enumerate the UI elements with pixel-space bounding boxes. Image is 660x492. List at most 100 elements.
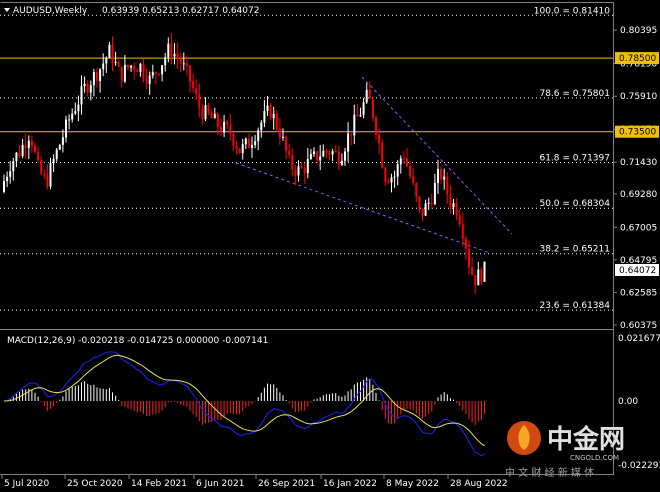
candle-body (235, 145, 238, 149)
candle-body (396, 164, 399, 177)
candle-body (210, 112, 213, 119)
candle-body (145, 77, 148, 84)
price-tick-label: 0.60375 (620, 321, 657, 331)
candle-body (108, 44, 111, 58)
candle-body (133, 65, 136, 71)
fib-level-label: 50.0 = 0.68304 (539, 199, 610, 209)
fib-level-label: 23.6 = 0.61384 (539, 301, 610, 311)
candle-body (474, 274, 477, 286)
candle-body (220, 127, 222, 133)
candle-body (37, 151, 40, 161)
candle-body (61, 137, 64, 145)
candle-body (300, 166, 303, 168)
candle-body (74, 111, 77, 114)
candle-body (418, 196, 421, 209)
candle-body (123, 64, 126, 82)
candle-body (30, 140, 33, 146)
candle-body (12, 161, 15, 172)
level-box-value: 0.73500 (619, 128, 656, 138)
candle-body (402, 158, 405, 160)
candle-body (322, 150, 325, 157)
candle-body (102, 63, 105, 70)
candle-body (9, 171, 12, 177)
candle-body (68, 119, 71, 121)
fib-level-label: 38.2 = 0.65211 (539, 245, 610, 255)
candle-body (170, 43, 173, 57)
candle-body (294, 169, 297, 176)
time-tick-label: 16 Jan 2022 (323, 479, 377, 489)
candle-body (83, 83, 86, 87)
candle-body (182, 63, 185, 65)
watermark-slogan: 中 文 财 经 新 媒 体 (505, 466, 594, 479)
candle-body (285, 136, 288, 151)
candle-body (303, 167, 306, 173)
chart-window[interactable]: 100.0 = 0.81410 78.6 = 0.75801 61.8 = 0.71… (0, 0, 660, 492)
candle-body (328, 152, 331, 155)
candle-body (446, 176, 449, 195)
candle-body (331, 151, 334, 155)
candle-body (353, 114, 356, 136)
candle-body (362, 102, 365, 115)
candle-body (207, 105, 210, 113)
candle-body (412, 176, 415, 184)
candle-body (117, 61, 120, 67)
candle-body (223, 121, 226, 133)
candle-body (254, 141, 257, 146)
candle-body (480, 269, 483, 282)
candle-body (130, 65, 133, 68)
chart-header: AUDUSD,Weekly 0.63939 0.65213 0.62717 0.… (4, 6, 259, 16)
fib-level-label: 100.0 = 0.81410 (534, 6, 611, 16)
macd-tick-top: 0.021677 (618, 334, 660, 344)
candle-body (18, 152, 21, 157)
time-tick-label: 5 Jul 2020 (4, 479, 49, 489)
candle-body (464, 238, 467, 249)
candle-body (356, 114, 359, 117)
candle-body (381, 143, 384, 168)
macd-tick-bottom: -0.022293 (618, 461, 660, 471)
candle-body (371, 98, 374, 118)
time-tick-label: 6 Jun 2021 (196, 479, 244, 489)
candle-body (269, 105, 272, 119)
candle-body (461, 224, 464, 239)
candle-body (148, 75, 151, 84)
candle-body (334, 151, 337, 153)
candle-body (176, 53, 179, 59)
candle-body (238, 148, 241, 154)
candle-body (449, 194, 452, 208)
level-box-value: 0.78500 (619, 54, 656, 64)
candle-body (458, 215, 461, 225)
candle-body (179, 58, 182, 64)
time-tick-label: 14 Feb 2021 (131, 479, 187, 489)
candle-body (185, 63, 188, 66)
candle-body (347, 133, 350, 152)
candle-body (58, 144, 61, 150)
candle-body (80, 86, 83, 105)
price-tick-label: 0.75910 (620, 92, 657, 102)
candle-body (154, 72, 157, 74)
candle-body (263, 111, 266, 123)
time-tick-label: 26 Sep 2021 (258, 479, 315, 489)
candle-body (375, 117, 377, 135)
candle-body (232, 133, 235, 146)
fib-level-label: 61.8 = 0.71397 (539, 154, 610, 164)
candle-body (15, 152, 18, 162)
candle-body (127, 64, 129, 68)
candle-body (201, 108, 204, 120)
candle-body (114, 61, 117, 64)
price-tick-label: 0.67005 (620, 223, 657, 233)
candle-body (409, 165, 412, 177)
candle-body (226, 121, 229, 125)
candle-body (359, 114, 362, 117)
candle-body (415, 183, 418, 197)
candle-body (195, 88, 198, 95)
candle-body (111, 44, 114, 64)
candle-body (424, 203, 427, 216)
candle-body (229, 124, 232, 134)
candle-body (387, 182, 390, 184)
candle-body (244, 138, 247, 145)
candle-body (390, 177, 393, 183)
candle-body (471, 267, 474, 275)
candle-body (34, 145, 36, 152)
candle-body (120, 66, 123, 82)
candle-body (477, 269, 480, 286)
